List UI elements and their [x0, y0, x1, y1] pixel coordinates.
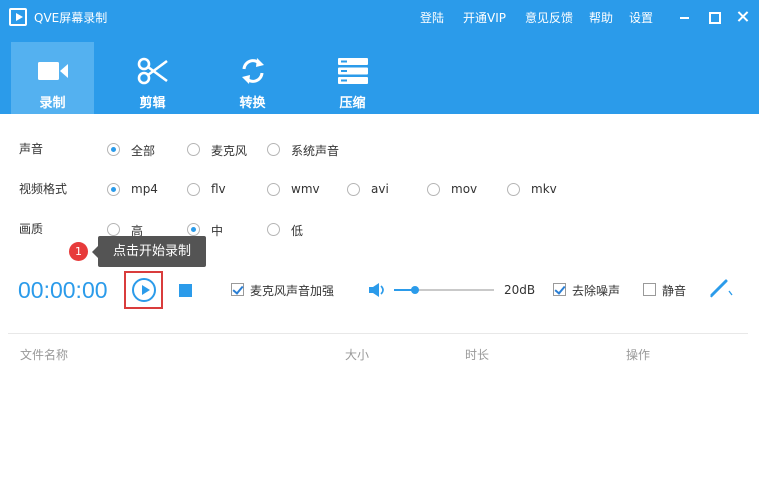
radio-label: avi [371, 182, 389, 196]
volume-slider[interactable] [394, 286, 494, 294]
column-header-actions: 操作 [626, 348, 651, 362]
tab-compress-label: 压缩 [339, 96, 366, 111]
checkbox-label: 去除噪声 [572, 284, 621, 298]
app-logo-icon [9, 8, 27, 26]
radio-label: mov [451, 182, 478, 196]
tab-edit-label: 剪辑 [139, 96, 166, 111]
compress-icon [338, 58, 368, 84]
speaker-icon[interactable] [368, 282, 386, 298]
radio-circle [267, 143, 280, 156]
tab-convert[interactable]: 转换 [211, 42, 294, 114]
volume-slider-thumb[interactable] [411, 286, 419, 294]
maximize-icon[interactable] [705, 8, 723, 26]
radio-circle [107, 143, 120, 156]
radio-label: 低 [291, 224, 304, 238]
convert-icon [242, 58, 264, 84]
scissors-icon [137, 57, 168, 85]
minimize-icon[interactable] [676, 8, 694, 26]
volume-db-value: 20dB [504, 283, 536, 297]
radio-circle [507, 183, 520, 196]
checkbox-label: 麦克风声音加强 [250, 284, 335, 298]
radio-circle [267, 183, 280, 196]
radio-label: mkv [531, 182, 557, 196]
divider [8, 333, 748, 334]
quality-label: 画质 [19, 222, 44, 236]
login-link[interactable]: 登陆 [420, 9, 444, 26]
radio-circle [107, 183, 120, 196]
step-badge: 1 [69, 242, 88, 261]
radio-circle [187, 223, 200, 236]
radio-label: 麦克风 [211, 144, 248, 158]
column-header-filename: 文件名称 [20, 348, 69, 362]
help-link[interactable]: 帮助 [589, 9, 613, 26]
checkbox-box [553, 283, 566, 296]
title-bar: QVE屏幕录制 登陆 开通VIP 意见反馈 帮助 设置 [0, 0, 759, 34]
radio-label: wmv [291, 182, 320, 196]
radio-circle [187, 183, 200, 196]
radio-label: 中 [211, 224, 224, 238]
feedback-link[interactable]: 意见反馈 [525, 9, 573, 26]
checkbox-box [231, 283, 244, 296]
format-label: 视频格式 [19, 182, 68, 196]
stop-icon[interactable] [179, 284, 192, 297]
file-list [8, 366, 748, 496]
radio-label: mp4 [131, 182, 158, 196]
recording-timer: 00:00:00 [18, 277, 108, 303]
radio-label: 全部 [131, 144, 156, 158]
start-record-button[interactable] [124, 271, 163, 309]
tab-edit[interactable]: 剪辑 [111, 42, 194, 114]
video-camera-icon [38, 62, 68, 80]
column-header-size: 大小 [345, 348, 370, 362]
checkbox-box [643, 283, 656, 296]
pen-icon[interactable] [709, 278, 733, 298]
close-icon[interactable] [734, 8, 752, 26]
settings-link[interactable]: 设置 [629, 9, 653, 26]
tab-record-label: 录制 [39, 96, 66, 111]
column-header-duration: 时长 [465, 348, 490, 362]
radio-circle [347, 183, 360, 196]
tab-compress[interactable]: 压缩 [311, 42, 394, 114]
audio-label: 声音 [19, 142, 44, 156]
radio-circle [267, 223, 280, 236]
radio-circle [427, 183, 440, 196]
radio-circle [187, 143, 200, 156]
app-header: QVE屏幕录制 登陆 开通VIP 意见反馈 帮助 设置 录制 剪辑 转换 压缩 [0, 0, 759, 114]
checkbox-label: 静音 [662, 284, 687, 298]
radio-circle [107, 223, 120, 236]
tab-record[interactable]: 录制 [11, 42, 94, 114]
radio-label: flv [211, 182, 226, 196]
vip-link[interactable]: 开通VIP [463, 9, 506, 26]
start-recording-tooltip: 点击开始录制 [92, 236, 206, 267]
radio-label: 系统声音 [291, 144, 340, 158]
play-icon [132, 278, 156, 302]
tab-convert-label: 转换 [239, 96, 266, 111]
app-title: QVE屏幕录制 [34, 11, 108, 25]
